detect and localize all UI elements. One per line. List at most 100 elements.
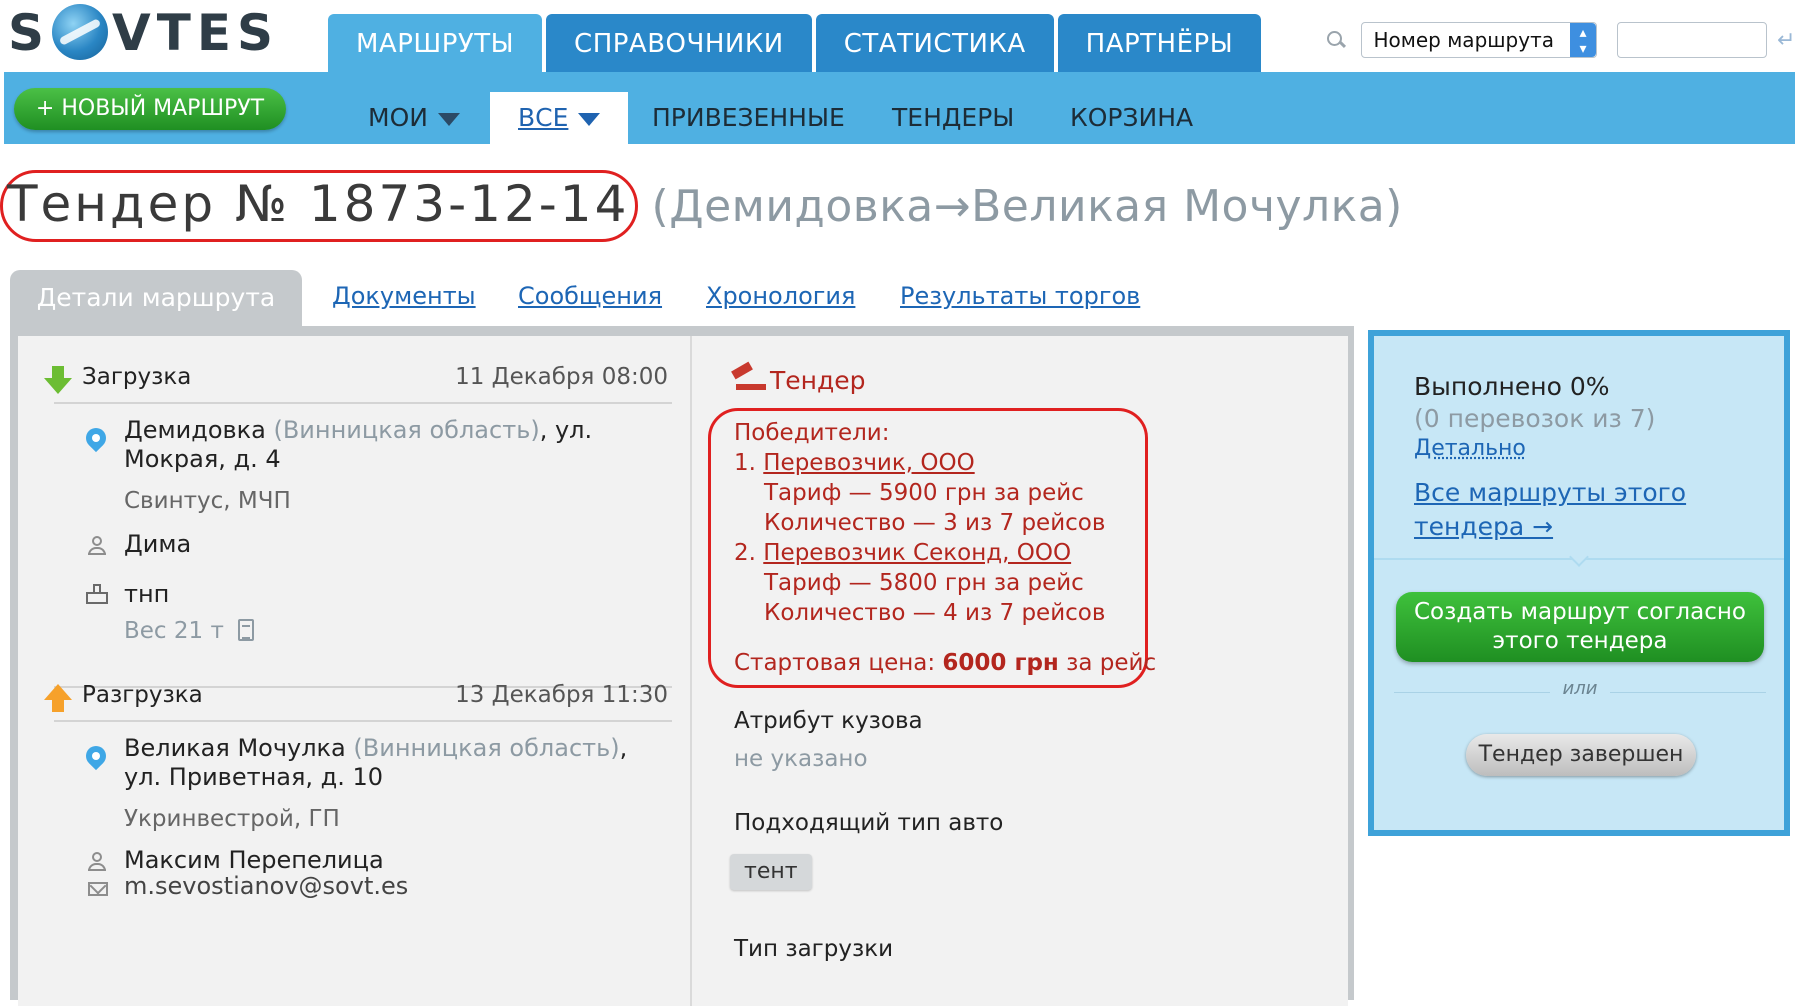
column-divider [690, 336, 692, 1006]
loading-weight-value: Вес 21 т [124, 618, 224, 644]
search-type-value: Номер маршрута [1374, 28, 1555, 52]
tender-finished-button[interactable]: Тендер завершен [1466, 734, 1696, 776]
start-price-value: 6000 грн [942, 650, 1058, 676]
main-tabs: МАРШРУТЫ СПРАВОЧНИКИ СТАТИСТИКА ПАРТНЁРЫ [328, 14, 1265, 72]
loading-type-label: Тип загрузки [734, 936, 893, 962]
subnav-trash[interactable]: КОРЗИНА [1070, 92, 1193, 144]
subnav-my-label: МОИ [368, 103, 428, 132]
tab-bidding-results[interactable]: Результаты торгов [900, 282, 1140, 310]
tender-progress-sidebar: Выполнено 0% (0 перевозок из 7) Детально… [1368, 330, 1790, 836]
or-separator: или [1550, 678, 1610, 699]
mail-icon [88, 882, 108, 896]
winner-tariff: Тариф — 5800 грн за рейс [734, 568, 1105, 598]
body-attribute-value: не указано [734, 746, 868, 772]
all-tender-routes-link[interactable]: Все маршруты этого тендера → [1414, 476, 1714, 544]
vehicle-type-chip: тент [730, 854, 812, 890]
chevron-down-icon [578, 113, 600, 126]
loading-date: 11 Декабря 08:00 [455, 364, 668, 390]
loading-contact: Дима [124, 530, 664, 559]
search-input[interactable] [1617, 22, 1767, 58]
winners-list: Победители: 1. Перевозчик, ООО Тариф — 5… [734, 418, 1105, 628]
search-area: Номер маршрута ▴▾ ↵ [1325, 18, 1795, 62]
person-icon [88, 852, 106, 872]
tender-label: Тендер [770, 366, 866, 395]
loading-city: Демидовка [124, 416, 266, 444]
start-price: Стартовая цена: 6000 грн за рейс [734, 650, 1156, 676]
top-header: S VTES МАРШРУТЫ СПРАВОЧНИКИ СТАТИСТИКА ПА… [0, 0, 1795, 72]
winner-link[interactable]: Перевозчик Секонд, ООО [763, 540, 1071, 566]
unloading-date: 13 Декабря 11:30 [455, 682, 668, 708]
arrow-up-icon [44, 684, 72, 712]
subnav-all[interactable]: ВСЕ [490, 92, 628, 144]
tab-statistics[interactable]: СТАТИСТИКА [816, 14, 1054, 72]
route-details-panel: Загрузка 11 Декабря 08:00 Демидовка (Вин… [10, 326, 1354, 1000]
unloading-heading: Разгрузка [82, 682, 203, 708]
arrow-down-icon [44, 366, 72, 394]
detail-link[interactable]: Детально [1414, 436, 1526, 461]
loading-heading: Загрузка [82, 364, 191, 390]
subnav-all-label: ВСЕ [518, 103, 568, 132]
unloading-region: (Винницкая область) [346, 734, 620, 762]
tab-routes[interactable]: МАРШРУТЫ [328, 14, 542, 72]
tab-directories[interactable]: СПРАВОЧНИКИ [546, 14, 812, 72]
unloading-city: Великая Мочулка [124, 734, 346, 762]
tab-route-details[interactable]: Детали маршрута [10, 270, 302, 334]
winner-number: 1. [734, 450, 763, 476]
loading-cargo: тнп [124, 580, 664, 609]
winner-item: 2. Перевозчик Секонд, ООО [734, 538, 1105, 568]
location-pin-icon [82, 742, 110, 770]
tab-partners[interactable]: ПАРТНЁРЫ [1058, 14, 1262, 72]
search-icon [1325, 29, 1347, 51]
loading-region: (Винницкая область) [266, 416, 540, 444]
tab-messages[interactable]: Сообщения [518, 282, 662, 310]
tab-chronology[interactable]: Хронология [706, 282, 855, 310]
loading-address: Демидовка (Винницкая область), ул. Мокра… [124, 416, 664, 474]
winner-item: 1. Перевозчик, ООО [734, 448, 1105, 478]
winner-tariff: Тариф — 5900 грн за рейс [734, 478, 1105, 508]
divider [54, 720, 672, 722]
start-price-label: Стартовая цена: [734, 650, 942, 676]
globe-logo-icon [52, 4, 108, 60]
unloading-contact: Максим Перепелица [124, 846, 664, 875]
tab-documents[interactable]: Документы [332, 282, 476, 310]
subnav-tenders[interactable]: ТЕНДЕРЫ [892, 92, 1014, 144]
progress-count: (0 перевозок из 7) [1414, 404, 1655, 433]
start-price-suffix: за рейс [1059, 650, 1156, 676]
search-type-select[interactable]: Номер маршрута ▴▾ [1361, 22, 1598, 58]
progress-percent: Выполнено 0% [1414, 372, 1609, 401]
create-route-button[interactable]: Создать маршрут согласно этого тендера [1396, 592, 1764, 662]
cargo-icon [86, 584, 108, 606]
logo[interactable]: S VTES [8, 4, 279, 62]
gavel-icon [730, 364, 766, 394]
new-route-button[interactable]: + НОВЫЙ МАРШРУТ [14, 88, 286, 130]
winners-title: Победители: [734, 418, 1105, 448]
subnav-my[interactable]: МОИ [368, 92, 460, 144]
tender-number-title: Тендер № 1873-12-14 [0, 170, 638, 242]
logo-text-left: S [8, 4, 50, 62]
loading-company: Свинтус, МЧП [124, 488, 291, 514]
location-pin-icon [82, 424, 110, 452]
unloading-address: Великая Мочулка (Винницкая область), ул.… [124, 734, 664, 792]
route-subtitle: (Демидовка→Великая Мочулка) [652, 181, 1403, 232]
logo-text-right: VTES [112, 4, 279, 62]
loading-weight: Вес 21 т [124, 618, 254, 644]
unloading-company: Укринвестрой, ГП [124, 806, 340, 832]
route-details-content: Загрузка 11 Декабря 08:00 Демидовка (Вин… [18, 336, 1348, 1006]
winner-number: 2. [734, 540, 763, 566]
sub-navigation: + НОВЫЙ МАРШРУТ МОИ ВСЕ ПРИВЕЗЕННЫЕ ТЕНД… [4, 72, 1795, 144]
document-icon[interactable] [238, 619, 254, 641]
vehicle-type-label: Подходящий тип авто [734, 810, 1003, 836]
winner-link[interactable]: Перевозчик, ООО [763, 450, 974, 476]
unloading-email[interactable]: m.sevostianov@sovt.es [124, 872, 664, 901]
chevron-down-icon [438, 113, 460, 126]
enter-icon[interactable]: ↵ [1777, 28, 1795, 53]
person-icon [88, 536, 106, 556]
winner-quantity: Количество — 3 из 7 рейсов [734, 508, 1105, 538]
body-attribute-label: Атрибут кузова [734, 708, 923, 734]
select-arrows-icon: ▴▾ [1570, 23, 1596, 57]
divider-notch [1569, 547, 1589, 567]
page-title: Тендер № 1873-12-14 (Демидовка→Великая М… [8, 170, 1403, 242]
winner-quantity: Количество — 4 из 7 рейсов [734, 598, 1105, 628]
divider [54, 402, 672, 404]
subnav-delivered[interactable]: ПРИВЕЗЕННЫЕ [652, 92, 845, 144]
